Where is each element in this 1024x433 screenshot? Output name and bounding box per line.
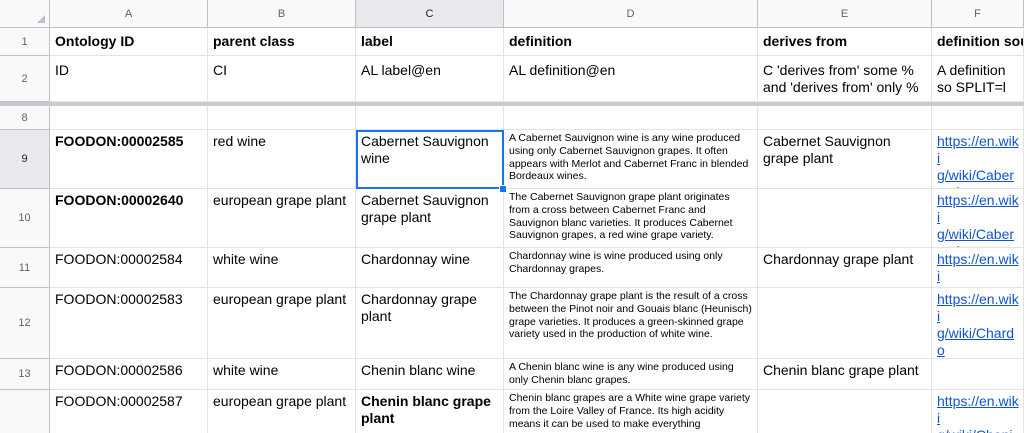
- row-header-14[interactable]: [0, 390, 50, 433]
- cell-d11[interactable]: Chardonnay wine is wine produced using o…: [504, 248, 758, 288]
- cell-e12[interactable]: [758, 288, 932, 359]
- cell-f8[interactable]: [932, 106, 1024, 130]
- cell-d12[interactable]: The Chardonnay grape plant is the result…: [504, 288, 758, 359]
- cell-a8[interactable]: [50, 106, 208, 130]
- cell-b12[interactable]: european grape plant: [208, 288, 356, 359]
- row-header-10[interactable]: 10: [0, 189, 50, 248]
- cell-a10[interactable]: FOODON:00002640: [50, 189, 208, 248]
- cell-a9[interactable]: FOODON:00002585: [50, 130, 208, 189]
- cell-c8[interactable]: [356, 106, 504, 130]
- cell-a14[interactable]: FOODON:00002587: [50, 390, 208, 433]
- cell-e10[interactable]: [758, 189, 932, 248]
- column-header-d[interactable]: D: [504, 0, 758, 28]
- cell-b13[interactable]: white wine: [208, 359, 356, 390]
- frozen-rows-divider[interactable]: [0, 102, 1024, 106]
- cell-e9[interactable]: Cabernet Sauvignon grape plant: [758, 130, 932, 189]
- cell-f12-link[interactable]: https://en.wiki g/wiki/Chardo: [932, 288, 1024, 359]
- cell-d2[interactable]: AL definition@en: [504, 56, 758, 102]
- spreadsheet-grid[interactable]: A B C D E F 1 Ontology ID parent class l…: [0, 0, 1024, 433]
- cell-e11[interactable]: Chardonnay grape plant: [758, 248, 932, 288]
- cell-c13[interactable]: Chenin blanc wine: [356, 359, 504, 390]
- row-header-8[interactable]: 8: [0, 106, 50, 130]
- row-header-12[interactable]: 12: [0, 288, 50, 359]
- cell-f11-link[interactable]: https://en.wiki g/wiki/Chardo: [932, 248, 1024, 288]
- column-header-f[interactable]: F: [932, 0, 1024, 28]
- cell-e14[interactable]: [758, 390, 932, 433]
- cell-a12[interactable]: FOODON:00002583: [50, 288, 208, 359]
- cell-f9-link[interactable]: https://en.wiki g/wiki/Caberne ignon: [932, 130, 1024, 189]
- select-all-corner[interactable]: [0, 0, 50, 28]
- row-header-2[interactable]: 2: [0, 56, 50, 102]
- cell-a1[interactable]: Ontology ID: [50, 28, 208, 56]
- column-header-a[interactable]: A: [50, 0, 208, 28]
- cell-d9[interactable]: A Cabernet Sauvignon wine is any wine pr…: [504, 130, 758, 189]
- row-header-9[interactable]: 9: [0, 130, 50, 189]
- cell-b8[interactable]: [208, 106, 356, 130]
- column-header-b[interactable]: B: [208, 0, 356, 28]
- fill-handle[interactable]: [499, 185, 507, 193]
- cell-c9-selected[interactable]: Cabernet Sauvignon wine: [356, 130, 504, 189]
- corner-triangle-icon: [37, 15, 45, 23]
- cell-b1[interactable]: parent class: [208, 28, 356, 56]
- cell-c1[interactable]: label: [356, 28, 504, 56]
- cell-c10[interactable]: Cabernet Sauvignon grape plant: [356, 189, 504, 248]
- cell-e8[interactable]: [758, 106, 932, 130]
- cell-c12[interactable]: Chardonnay grape plant: [356, 288, 504, 359]
- cell-b2[interactable]: CI: [208, 56, 356, 102]
- cell-f10-link[interactable]: https://en.wiki g/wiki/Caberne ignon: [932, 189, 1024, 248]
- cell-f2[interactable]: A definition so SPLIT=l: [932, 56, 1024, 102]
- cell-a2[interactable]: ID: [50, 56, 208, 102]
- cell-d10[interactable]: The Cabernet Sauvignon grape plant origi…: [504, 189, 758, 248]
- row-header-1[interactable]: 1: [0, 28, 50, 56]
- column-header-c[interactable]: C: [356, 0, 504, 28]
- cell-d14[interactable]: Chenin blanc grapes are a White wine gra…: [504, 390, 758, 433]
- cell-f13[interactable]: [932, 359, 1024, 390]
- cell-d1[interactable]: definition: [504, 28, 758, 56]
- cell-b14[interactable]: european grape plant: [208, 390, 356, 433]
- cell-b10[interactable]: european grape plant: [208, 189, 356, 248]
- cell-c14[interactable]: Chenin blanc grape plant: [356, 390, 504, 433]
- column-header-e[interactable]: E: [758, 0, 932, 28]
- row-header-11[interactable]: 11: [0, 248, 50, 288]
- cell-f14-link[interactable]: https://en.wiki g/wiki/Chenin: [932, 390, 1024, 433]
- cell-e13[interactable]: Chenin blanc grape plant: [758, 359, 932, 390]
- cell-a13[interactable]: FOODON:00002586: [50, 359, 208, 390]
- cell-c11[interactable]: Chardonnay wine: [356, 248, 504, 288]
- cell-c2[interactable]: AL label@en: [356, 56, 504, 102]
- cell-d13[interactable]: A Chenin blanc wine is any wine produced…: [504, 359, 758, 390]
- cell-f1[interactable]: definition sou: [932, 28, 1024, 56]
- cell-e1[interactable]: derives from: [758, 28, 932, 56]
- cell-b11[interactable]: white wine: [208, 248, 356, 288]
- cell-a11[interactable]: FOODON:00002584: [50, 248, 208, 288]
- cell-b9[interactable]: red wine: [208, 130, 356, 189]
- row-header-13[interactable]: 13: [0, 359, 50, 390]
- cell-e2[interactable]: C 'derives from' some % and 'derives fro…: [758, 56, 932, 102]
- cell-d8[interactable]: [504, 106, 758, 130]
